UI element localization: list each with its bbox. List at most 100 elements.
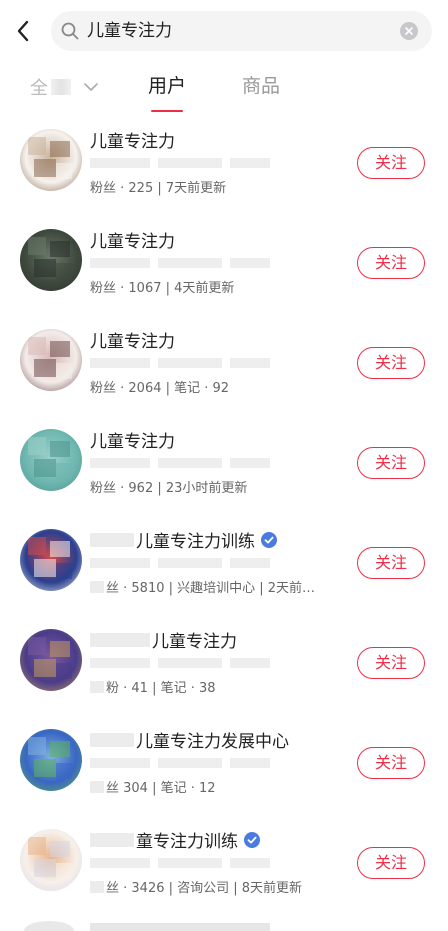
search-query: 儿童专注力 <box>87 21 172 41</box>
user-name[interactable]: 儿童专注力 <box>90 227 175 252</box>
avatar-blur-block <box>56 163 72 179</box>
bio-blur <box>90 258 270 268</box>
user-meta: 丝 · 3426 | 咨询公司 | 8天前更新 <box>90 877 302 896</box>
avatar-blur-block <box>56 263 72 279</box>
user-meta-text: 粉丝 · 2064 | 笔记 · 92 <box>90 381 230 396</box>
avatar[interactable] <box>20 729 82 791</box>
bio-blur <box>90 758 270 768</box>
avatar[interactable] <box>20 229 82 291</box>
tab-user[interactable]: 用户 <box>146 62 188 112</box>
avatar-blur-block <box>50 641 70 657</box>
user-name-text: 儿童专注力训练 <box>136 532 255 552</box>
clear-circle-icon[interactable] <box>400 22 418 40</box>
avatar-blur-block <box>34 859 56 877</box>
avatar-blur-block <box>56 763 72 779</box>
bio-blur-segment <box>230 558 270 568</box>
bio-blur-segment <box>230 258 270 268</box>
chevron-left-icon <box>17 20 29 42</box>
user-meta: 粉丝 · 225 | 7天前更新 <box>90 177 226 196</box>
follow-button[interactable]: 关注 <box>357 247 425 279</box>
list-item[interactable]: 儿童专注力粉丝 · 225 | 7天前更新 关注 <box>0 115 448 215</box>
avatar[interactable] <box>20 129 82 191</box>
avatar-blur-block <box>50 841 70 857</box>
list-item[interactable]: 儿童专注力粉丝 · 2064 | 笔记 · 92 关注 <box>0 315 448 415</box>
avatar-blur-block <box>34 159 56 177</box>
user-name[interactable]: 童专注力训练 <box>90 827 260 852</box>
follow-button[interactable]: 关注 <box>357 847 425 879</box>
avatar-blur-block <box>28 237 46 255</box>
tab-product[interactable]: 商品 <box>240 62 282 112</box>
avatar-blur-block <box>28 437 46 455</box>
meta-blur <box>90 681 104 693</box>
avatar[interactable] <box>20 629 82 691</box>
bio-blur-segment <box>230 858 270 868</box>
follow-button[interactable]: 关注 <box>357 447 425 479</box>
avatar-blur-block <box>28 537 46 555</box>
bio-blur <box>90 158 270 168</box>
follow-button[interactable]: 关注 <box>357 147 425 179</box>
bio-blur-segment <box>158 258 222 268</box>
search-input[interactable]: 儿童专注力 <box>51 11 432 51</box>
user-name[interactable]: 儿童专注力 <box>90 627 237 652</box>
tab-all[interactable]: 全 <box>30 62 99 112</box>
follow-button[interactable]: 关注 <box>357 747 425 779</box>
bio-blur-segment <box>90 358 150 368</box>
user-meta-text: 粉丝 · 225 | 7天前更新 <box>90 181 227 196</box>
avatar[interactable] <box>20 429 82 491</box>
avatar-blur-block <box>28 137 46 155</box>
bio-blur-segment <box>158 358 222 368</box>
list-item[interactable]: 儿童专注力粉 · 41 | 笔记 · 38 关注 <box>0 615 448 715</box>
bio-blur-segment <box>158 658 222 668</box>
user-name[interactable]: 儿童专注力 <box>90 327 175 352</box>
partial-name-blur <box>90 923 270 931</box>
bio-blur-segment <box>230 458 270 468</box>
bio-blur-segment <box>158 458 222 468</box>
tab-all-label: 全 <box>30 78 49 99</box>
list-item[interactable]: 儿童专注力发展中心丝 304 | 笔记 · 12 关注 <box>0 715 448 815</box>
user-name[interactable]: 儿童专注力发展中心 <box>90 727 289 752</box>
user-name-text: 儿童专注力 <box>90 332 175 352</box>
avatar-blur-block <box>50 241 70 257</box>
avatar[interactable] <box>20 829 82 891</box>
avatar-blur-block <box>34 459 56 477</box>
bio-blur-segment <box>230 158 270 168</box>
bio-blur-segment <box>90 558 150 568</box>
list-item[interactable]: 童专注力训练丝 · 3426 | 咨询公司 | 8天前更新 关注 <box>0 815 448 915</box>
bio-blur <box>90 458 270 468</box>
user-name[interactable]: 儿童专注力训练 <box>90 527 277 552</box>
list-item[interactable]: 儿童专注力训练丝 · 5810 | 兴趣培训中心 | 2天前… 关注 <box>0 515 448 615</box>
bio-blur <box>90 358 270 368</box>
active-tab-indicator <box>151 110 183 112</box>
tab-user-label: 用户 <box>147 75 186 97</box>
avatar[interactable] <box>20 529 82 591</box>
bio-blur-segment <box>90 758 150 768</box>
user-meta-text: 丝 304 | 笔记 · 12 <box>106 781 216 796</box>
user-meta-text: 丝 · 5810 | 兴趣培训中心 | 2天前… <box>106 581 316 596</box>
bio-blur-segment <box>90 858 150 868</box>
avatar-blur-block <box>34 259 56 277</box>
meta-blur <box>90 881 104 893</box>
user-name[interactable]: 儿童专注力 <box>90 427 175 452</box>
user-name-text: 儿童专注力 <box>90 432 175 452</box>
user-meta: 粉丝 · 2064 | 笔记 · 92 <box>90 377 229 396</box>
back-button[interactable] <box>10 14 36 48</box>
avatar[interactable] <box>20 329 82 391</box>
avatar-blur-block <box>34 659 56 677</box>
list-item[interactable]: 儿童专注力 粉丝 · 962 | 23小时前更新 关注 <box>0 415 448 515</box>
follow-button[interactable]: 关注 <box>357 347 425 379</box>
follow-button[interactable]: 关注 <box>357 647 425 679</box>
user-name[interactable]: 儿童专注力 <box>90 127 175 152</box>
meta-blur <box>90 781 104 793</box>
bio-blur-segment <box>230 358 270 368</box>
avatar-blur-block <box>34 359 56 377</box>
avatar-blur-block <box>56 463 72 479</box>
user-meta: 粉 · 41 | 笔记 · 38 <box>90 677 216 696</box>
avatar-blur-block <box>50 341 70 357</box>
follow-button[interactable]: 关注 <box>357 547 425 579</box>
avatar-blur-block <box>56 363 72 379</box>
verified-badge-icon <box>261 531 277 548</box>
user-meta-text: 丝 · 3426 | 咨询公司 | 8天前更新 <box>106 881 303 896</box>
list-item[interactable]: 儿童专注力 粉丝 · 1067 | 4天前更新 关注 <box>0 215 448 315</box>
name-blur <box>90 632 150 647</box>
bio-blur-segment <box>158 758 222 768</box>
